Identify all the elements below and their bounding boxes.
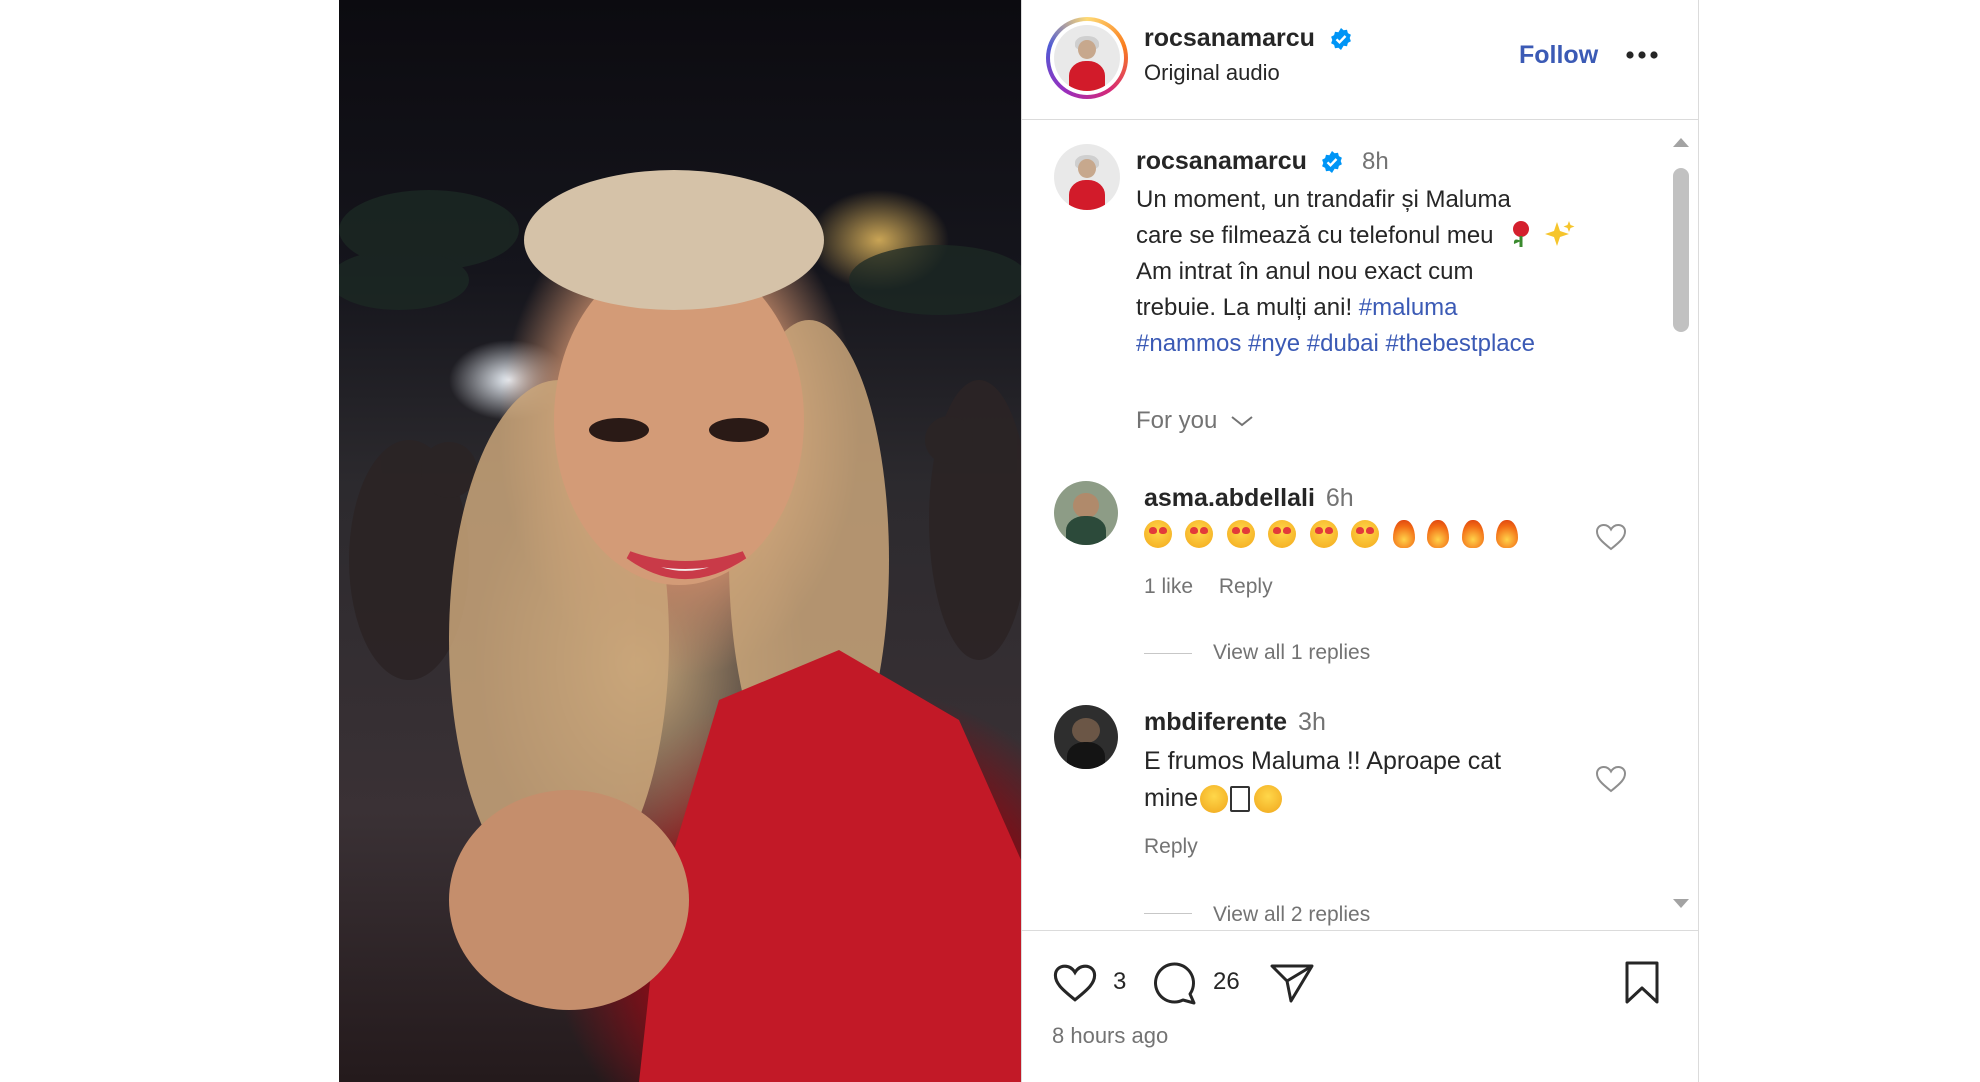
comment-like-heart-icon[interactable]: [1595, 522, 1627, 552]
sparkles-emoji-icon: [1544, 221, 1575, 246]
video-scene: [339, 170, 1021, 1082]
caption-text: Un moment, un trandafir și Maluma care s…: [1136, 182, 1646, 362]
heart-eyes-emoji-icon: [1351, 520, 1380, 548]
bookmark-icon[interactable]: [1622, 960, 1662, 1006]
caption-line: Am intrat în anul nou exact cum: [1136, 258, 1474, 285]
panel-border: [1698, 0, 1699, 1082]
rofl-emoji-icon: [1254, 785, 1283, 814]
verified-badge-icon: [1331, 28, 1351, 50]
header-subtitle[interactable]: Original audio: [1144, 60, 1280, 86]
comment-like-heart-icon[interactable]: [1595, 764, 1627, 794]
comment-header: asma.abdellali 6h: [1144, 484, 1354, 513]
replies-divider: [1144, 653, 1192, 654]
comment-username[interactable]: mbdiferente: [1144, 708, 1287, 736]
caption-time[interactable]: 8h: [1362, 148, 1389, 176]
view-replies-button[interactable]: View all 1 replies: [1213, 641, 1370, 665]
caption-line: #nammos #nye #dubai #thebestplace: [1136, 326, 1646, 362]
unknown-glyph-icon: [1230, 786, 1251, 813]
like-count[interactable]: 3: [1113, 968, 1126, 996]
comment-count[interactable]: 26: [1213, 968, 1240, 996]
rose-emoji-icon: [1513, 221, 1530, 247]
post-timestamp[interactable]: 8 hours ago: [1052, 1023, 1168, 1049]
actionbar-divider: [1022, 930, 1698, 931]
share-paper-plane-icon[interactable]: [1269, 962, 1315, 1004]
reply-button[interactable]: Reply: [1144, 835, 1198, 859]
comment-likes[interactable]: 1 like: [1144, 575, 1193, 598]
comment-line: E frumos Maluma !! Aproape cat: [1144, 747, 1502, 775]
caption-line: care se filmează cu telefonul meu: [1136, 218, 1646, 254]
like-heart-icon[interactable]: [1052, 962, 1098, 1004]
fire-emoji-icon: [1392, 520, 1415, 548]
hashtag-link[interactable]: #nammos: [1136, 330, 1241, 357]
heart-eyes-emoji-icon: [1185, 520, 1214, 548]
scroll-up-arrow-icon[interactable]: [1672, 136, 1690, 148]
replies-divider: [1144, 913, 1192, 914]
fire-emoji-icon: [1496, 520, 1519, 548]
fire-emoji-icon: [1461, 520, 1484, 548]
verified-badge-icon: [1322, 151, 1342, 173]
for-you-dropdown[interactable]: For you: [1136, 407, 1254, 435]
ellipsis-icon[interactable]: [1624, 49, 1660, 61]
tired-face-emoji-icon: [1200, 785, 1229, 814]
scroll-down-arrow-icon[interactable]: [1672, 898, 1690, 910]
heart-eyes-emoji-icon: [1226, 520, 1255, 548]
avatar: [1054, 25, 1120, 91]
comment-header: mbdiferente 3h: [1144, 708, 1326, 737]
heart-eyes-emoji-icon: [1309, 520, 1338, 548]
hashtag-link[interactable]: #dubai: [1307, 330, 1379, 357]
fire-emoji-icon: [1427, 520, 1450, 548]
commenter-avatar[interactable]: [1054, 705, 1118, 769]
caption-line: trebuie. La mulți ani! #maluma: [1136, 294, 1458, 321]
header-username[interactable]: rocsanamarcu: [1144, 24, 1315, 53]
heart-eyes-emoji-icon: [1144, 520, 1172, 548]
view-replies-button[interactable]: View all 2 replies: [1213, 903, 1370, 927]
caption-avatar[interactable]: [1054, 144, 1120, 210]
hashtag-link[interactable]: #thebestplace: [1386, 330, 1535, 357]
hashtag-link[interactable]: #nye: [1248, 330, 1300, 357]
caption-line: Un moment, un trandafir și Maluma: [1136, 186, 1511, 213]
scrollbar-thumb[interactable]: [1673, 168, 1689, 332]
post-video[interactable]: [339, 0, 1021, 1082]
caption-username[interactable]: rocsanamarcu: [1136, 147, 1307, 176]
commenter-avatar[interactable]: [1054, 481, 1118, 545]
comment-actions: 1 like Reply: [1144, 575, 1273, 599]
chevron-down-icon: [1231, 416, 1253, 427]
comment-line: mine: [1144, 780, 1501, 817]
panel-divider: [1021, 0, 1022, 1082]
comment-username[interactable]: asma.abdellali: [1144, 484, 1315, 512]
comment-time[interactable]: 3h: [1298, 708, 1326, 736]
reply-button[interactable]: Reply: [1219, 575, 1273, 598]
heart-eyes-emoji-icon: [1268, 520, 1297, 548]
header-divider: [1022, 119, 1698, 120]
comment-text: E frumos Maluma !! Aproape cat mine: [1144, 743, 1501, 817]
follow-button[interactable]: Follow: [1519, 41, 1598, 70]
comment-emojis: [1144, 520, 1526, 548]
comment-bubble-icon[interactable]: [1152, 960, 1198, 1006]
comment-time[interactable]: 6h: [1326, 484, 1354, 512]
hashtag-link[interactable]: #maluma: [1359, 294, 1458, 321]
for-you-label: For you: [1136, 407, 1218, 434]
